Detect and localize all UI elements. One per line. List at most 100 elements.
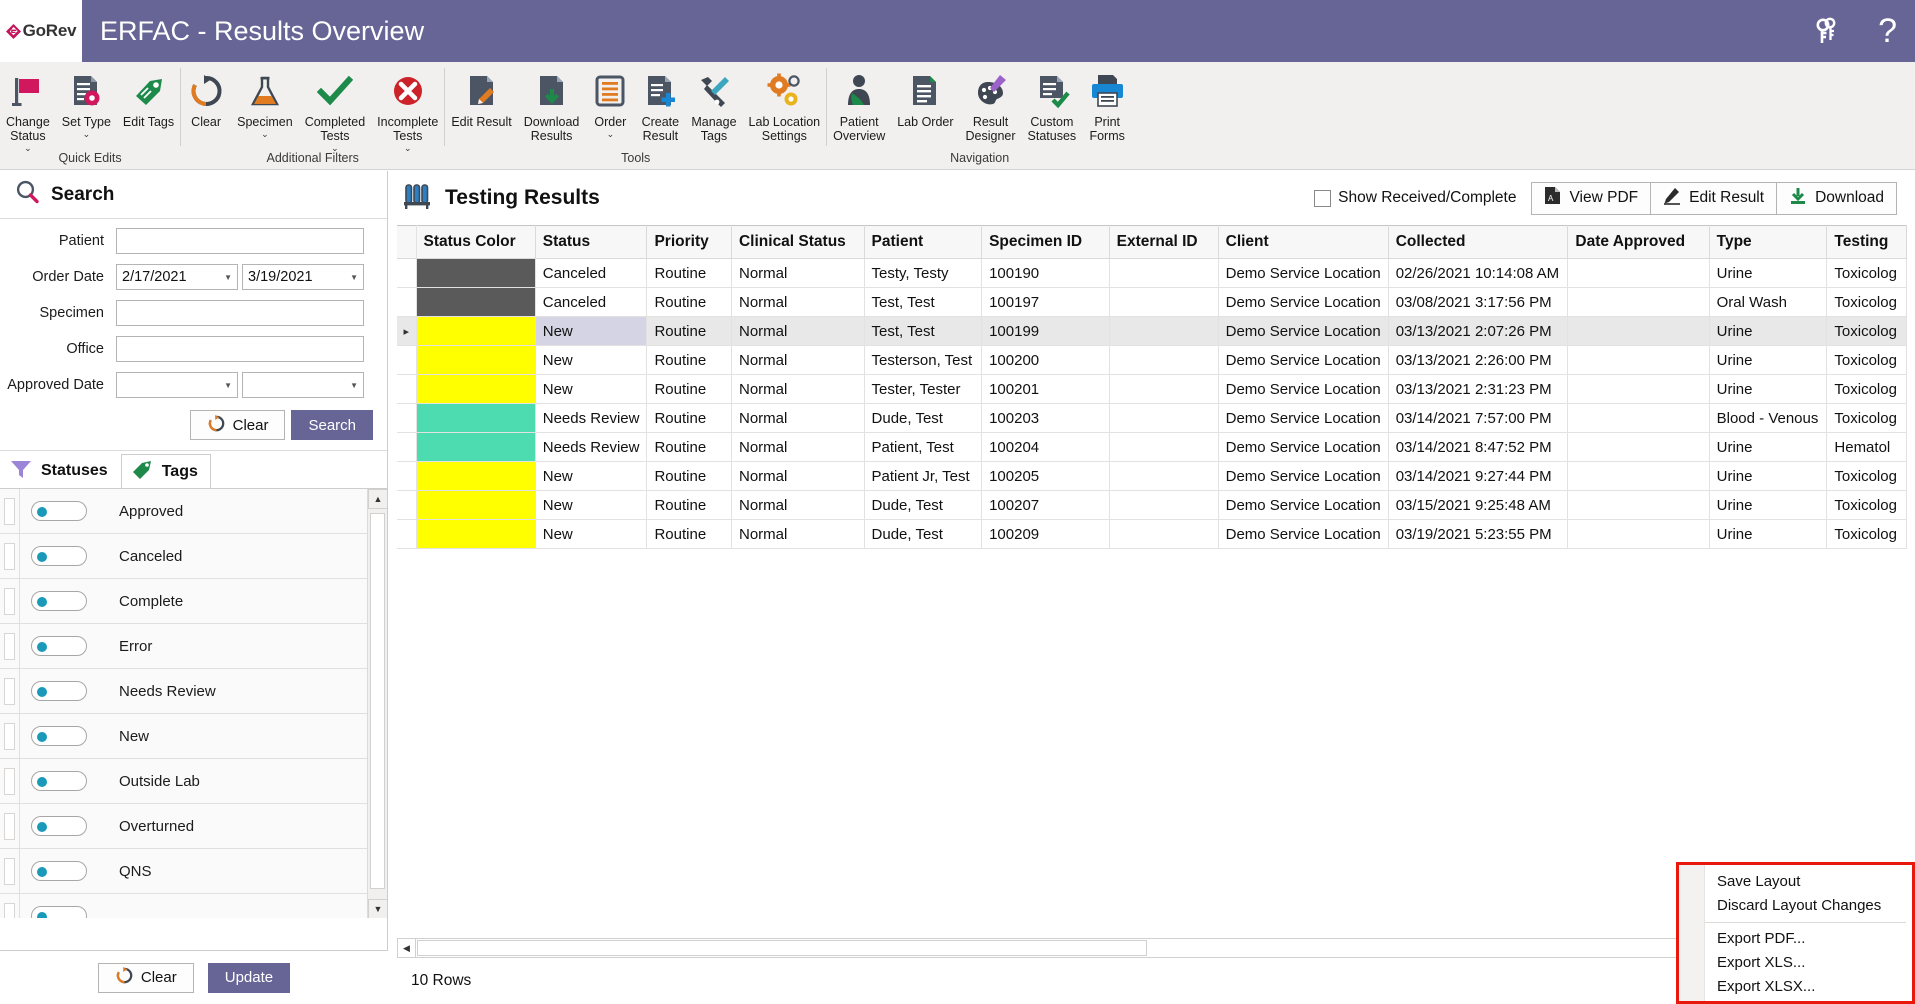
- table-row[interactable]: Canceled Routine Normal Test, Test 100197 Dem…: [397, 287, 1907, 317]
- status-toggle-overturned[interactable]: [31, 816, 87, 836]
- edit-result-ribbon-button[interactable]: Edit Result: [445, 66, 517, 129]
- order-date-to-picker[interactable]: 3/19/2021 ▼: [242, 264, 364, 290]
- column-header-date-approved[interactable]: Date Approved: [1567, 225, 1710, 259]
- status-toggle-outside-lab[interactable]: [31, 771, 87, 791]
- status-row-outside-lab[interactable]: Outside Lab: [0, 758, 387, 804]
- show-received-complete-checkbox[interactable]: Show Received/Complete: [1314, 189, 1516, 207]
- table-row[interactable]: ▸ New Routine Normal Test, Test 100199 Demo Se…: [397, 316, 1907, 346]
- table-row[interactable]: New Routine Normal Tester, Tester 100201 Demo…: [397, 374, 1907, 404]
- approved-date-to-picker[interactable]: ▼: [242, 372, 364, 398]
- scroll-left-arrow-icon[interactable]: ◀: [398, 939, 416, 957]
- gorev-logo[interactable]: GoRev: [0, 0, 82, 62]
- download-results-button[interactable]: Download Results: [518, 66, 586, 143]
- statuses-update-button[interactable]: Update: [207, 962, 291, 993]
- column-header-status-color[interactable]: Status Color: [415, 225, 536, 259]
- status-toggle-error[interactable]: [31, 636, 87, 656]
- column-header-specimen-id[interactable]: Specimen ID: [981, 225, 1110, 259]
- hscroll-thumb[interactable]: [417, 940, 1147, 956]
- statuses-clear-button[interactable]: Clear: [97, 962, 194, 993]
- column-header-testing[interactable]: Testing: [1826, 225, 1907, 259]
- keys-icon[interactable]: [1814, 16, 1842, 46]
- order-button[interactable]: Order ⌄: [585, 66, 635, 139]
- status-toggle-partial[interactable]: [31, 906, 87, 918]
- edit-tags-button[interactable]: Edit Tags: [117, 66, 180, 129]
- view-pdf-button[interactable]: A View PDF: [1531, 181, 1652, 215]
- status-row-complete[interactable]: Complete: [0, 578, 387, 624]
- specimen-filter-button[interactable]: Specimen ⌄: [231, 66, 299, 139]
- table-row[interactable]: Canceled Routine Normal Testy, Testy 100190 D…: [397, 258, 1907, 288]
- result-designer-button[interactable]: Result Designer: [960, 66, 1022, 143]
- create-result-button[interactable]: Create Result: [635, 66, 685, 143]
- search-submit-button[interactable]: Search: [291, 410, 373, 440]
- status-list-scrollbar[interactable]: ▲ ▼: [367, 489, 387, 918]
- tab-statuses[interactable]: Statuses: [0, 454, 121, 488]
- scrollbar-thumb[interactable]: [370, 513, 385, 889]
- custom-statuses-button[interactable]: Custom Statuses: [1022, 66, 1083, 143]
- column-header-priority[interactable]: Priority: [646, 225, 732, 259]
- table-row[interactable]: New Routine Normal Dude, Test 100207 Demo Ser…: [397, 490, 1907, 520]
- search-clear-button[interactable]: Clear: [189, 410, 286, 440]
- help-icon[interactable]: ?: [1878, 14, 1897, 48]
- tab-tags[interactable]: Tags: [120, 454, 211, 488]
- column-header-client[interactable]: Client: [1217, 225, 1389, 259]
- column-header-type[interactable]: Type: [1708, 225, 1828, 259]
- search-heading: Search: [51, 183, 115, 205]
- column-header-collected[interactable]: Collected: [1387, 225, 1569, 259]
- status-toggle-canceled[interactable]: [31, 546, 87, 566]
- context-menu-item-save-layout[interactable]: Save Layout: [1705, 870, 1912, 894]
- context-menu-item-export-pdf[interactable]: Export PDF...: [1705, 927, 1912, 951]
- order-date-from-picker[interactable]: 2/17/2021 ▼: [116, 264, 238, 290]
- specimen-caret-icon[interactable]: ⌄: [261, 130, 269, 139]
- context-menu-item-export-xlsx[interactable]: Export XLSX...: [1705, 975, 1912, 999]
- download-button[interactable]: Download: [1776, 181, 1897, 215]
- table-row[interactable]: New Routine Normal Patient Jr, Test 100205 De…: [397, 461, 1907, 491]
- set-type-button[interactable]: Set Type ⌄: [56, 66, 117, 139]
- column-header-status[interactable]: Status: [534, 225, 648, 259]
- context-menu-item-export-xls[interactable]: Export XLS...: [1705, 951, 1912, 975]
- scroll-up-arrow-icon[interactable]: ▲: [368, 489, 387, 509]
- table-row[interactable]: Needs Review Routine Normal Patient, Test 10…: [397, 432, 1907, 462]
- column-header-clinical-status[interactable]: Clinical Status: [730, 225, 865, 259]
- checkbox-box[interactable]: [1314, 189, 1332, 207]
- status-row-error[interactable]: Error: [0, 623, 387, 669]
- status-row-needs-review[interactable]: Needs Review: [0, 668, 387, 714]
- status-row-overturned[interactable]: Overturned: [0, 803, 387, 849]
- column-header-external-id[interactable]: External ID: [1108, 225, 1219, 259]
- lab-location-settings-button[interactable]: Lab Location Settings: [743, 66, 827, 143]
- results-grid[interactable]: Status Color Status Priority Clinical St…: [397, 225, 1907, 549]
- scroll-down-arrow-icon[interactable]: ▼: [368, 899, 387, 918]
- print-forms-button[interactable]: Print Forms: [1082, 66, 1132, 143]
- set-type-caret-icon[interactable]: ⌄: [83, 130, 91, 139]
- status-toggle-qns[interactable]: [31, 861, 87, 881]
- cell-collected: 03/15/2021 9:25:48 AM: [1387, 490, 1569, 520]
- cell-priority: Routine: [646, 519, 732, 549]
- office-input[interactable]: [116, 336, 364, 362]
- lab-order-button[interactable]: Lab Order: [891, 66, 959, 129]
- table-row[interactable]: Needs Review Routine Normal Dude, Test 10020…: [397, 403, 1907, 433]
- status-row-qns[interactable]: QNS: [0, 848, 387, 894]
- approved-date-from-picker[interactable]: ▼: [116, 372, 238, 398]
- patient-input[interactable]: [116, 228, 364, 254]
- status-row-new[interactable]: New: [0, 713, 387, 759]
- completed-tests-button[interactable]: Completed Tests ⌄: [299, 66, 371, 153]
- clear-filters-button[interactable]: Clear: [181, 66, 231, 129]
- status-toggle-new[interactable]: [31, 726, 87, 746]
- status-toggle-complete[interactable]: [31, 591, 87, 611]
- specimen-input[interactable]: [116, 300, 364, 326]
- status-row-approved[interactable]: Approved: [0, 489, 387, 534]
- table-row[interactable]: New Routine Normal Dude, Test 100209 Demo Ser…: [397, 519, 1907, 549]
- table-row[interactable]: New Routine Normal Testerson, Test 100200 Dem…: [397, 345, 1907, 375]
- change-status-button[interactable]: Change Status ⌄: [0, 66, 56, 153]
- column-header-patient[interactable]: Patient: [863, 225, 983, 259]
- row-indicator: [397, 461, 417, 491]
- patient-overview-button[interactable]: Patient Overview: [827, 66, 891, 143]
- manage-tags-button[interactable]: Manage Tags: [685, 66, 742, 143]
- status-toggle-approved[interactable]: [31, 501, 87, 521]
- edit-result-button[interactable]: Edit Result: [1650, 181, 1778, 215]
- status-row-partial[interactable]: [0, 893, 387, 918]
- order-caret-icon[interactable]: ⌄: [607, 130, 615, 139]
- status-row-canceled[interactable]: Canceled: [0, 533, 387, 579]
- incomplete-tests-button[interactable]: Incomplete Tests ⌄: [371, 66, 444, 153]
- status-toggle-needs-review[interactable]: [31, 681, 87, 701]
- context-menu-item-discard-layout-changes[interactable]: Discard Layout Changes: [1705, 894, 1912, 918]
